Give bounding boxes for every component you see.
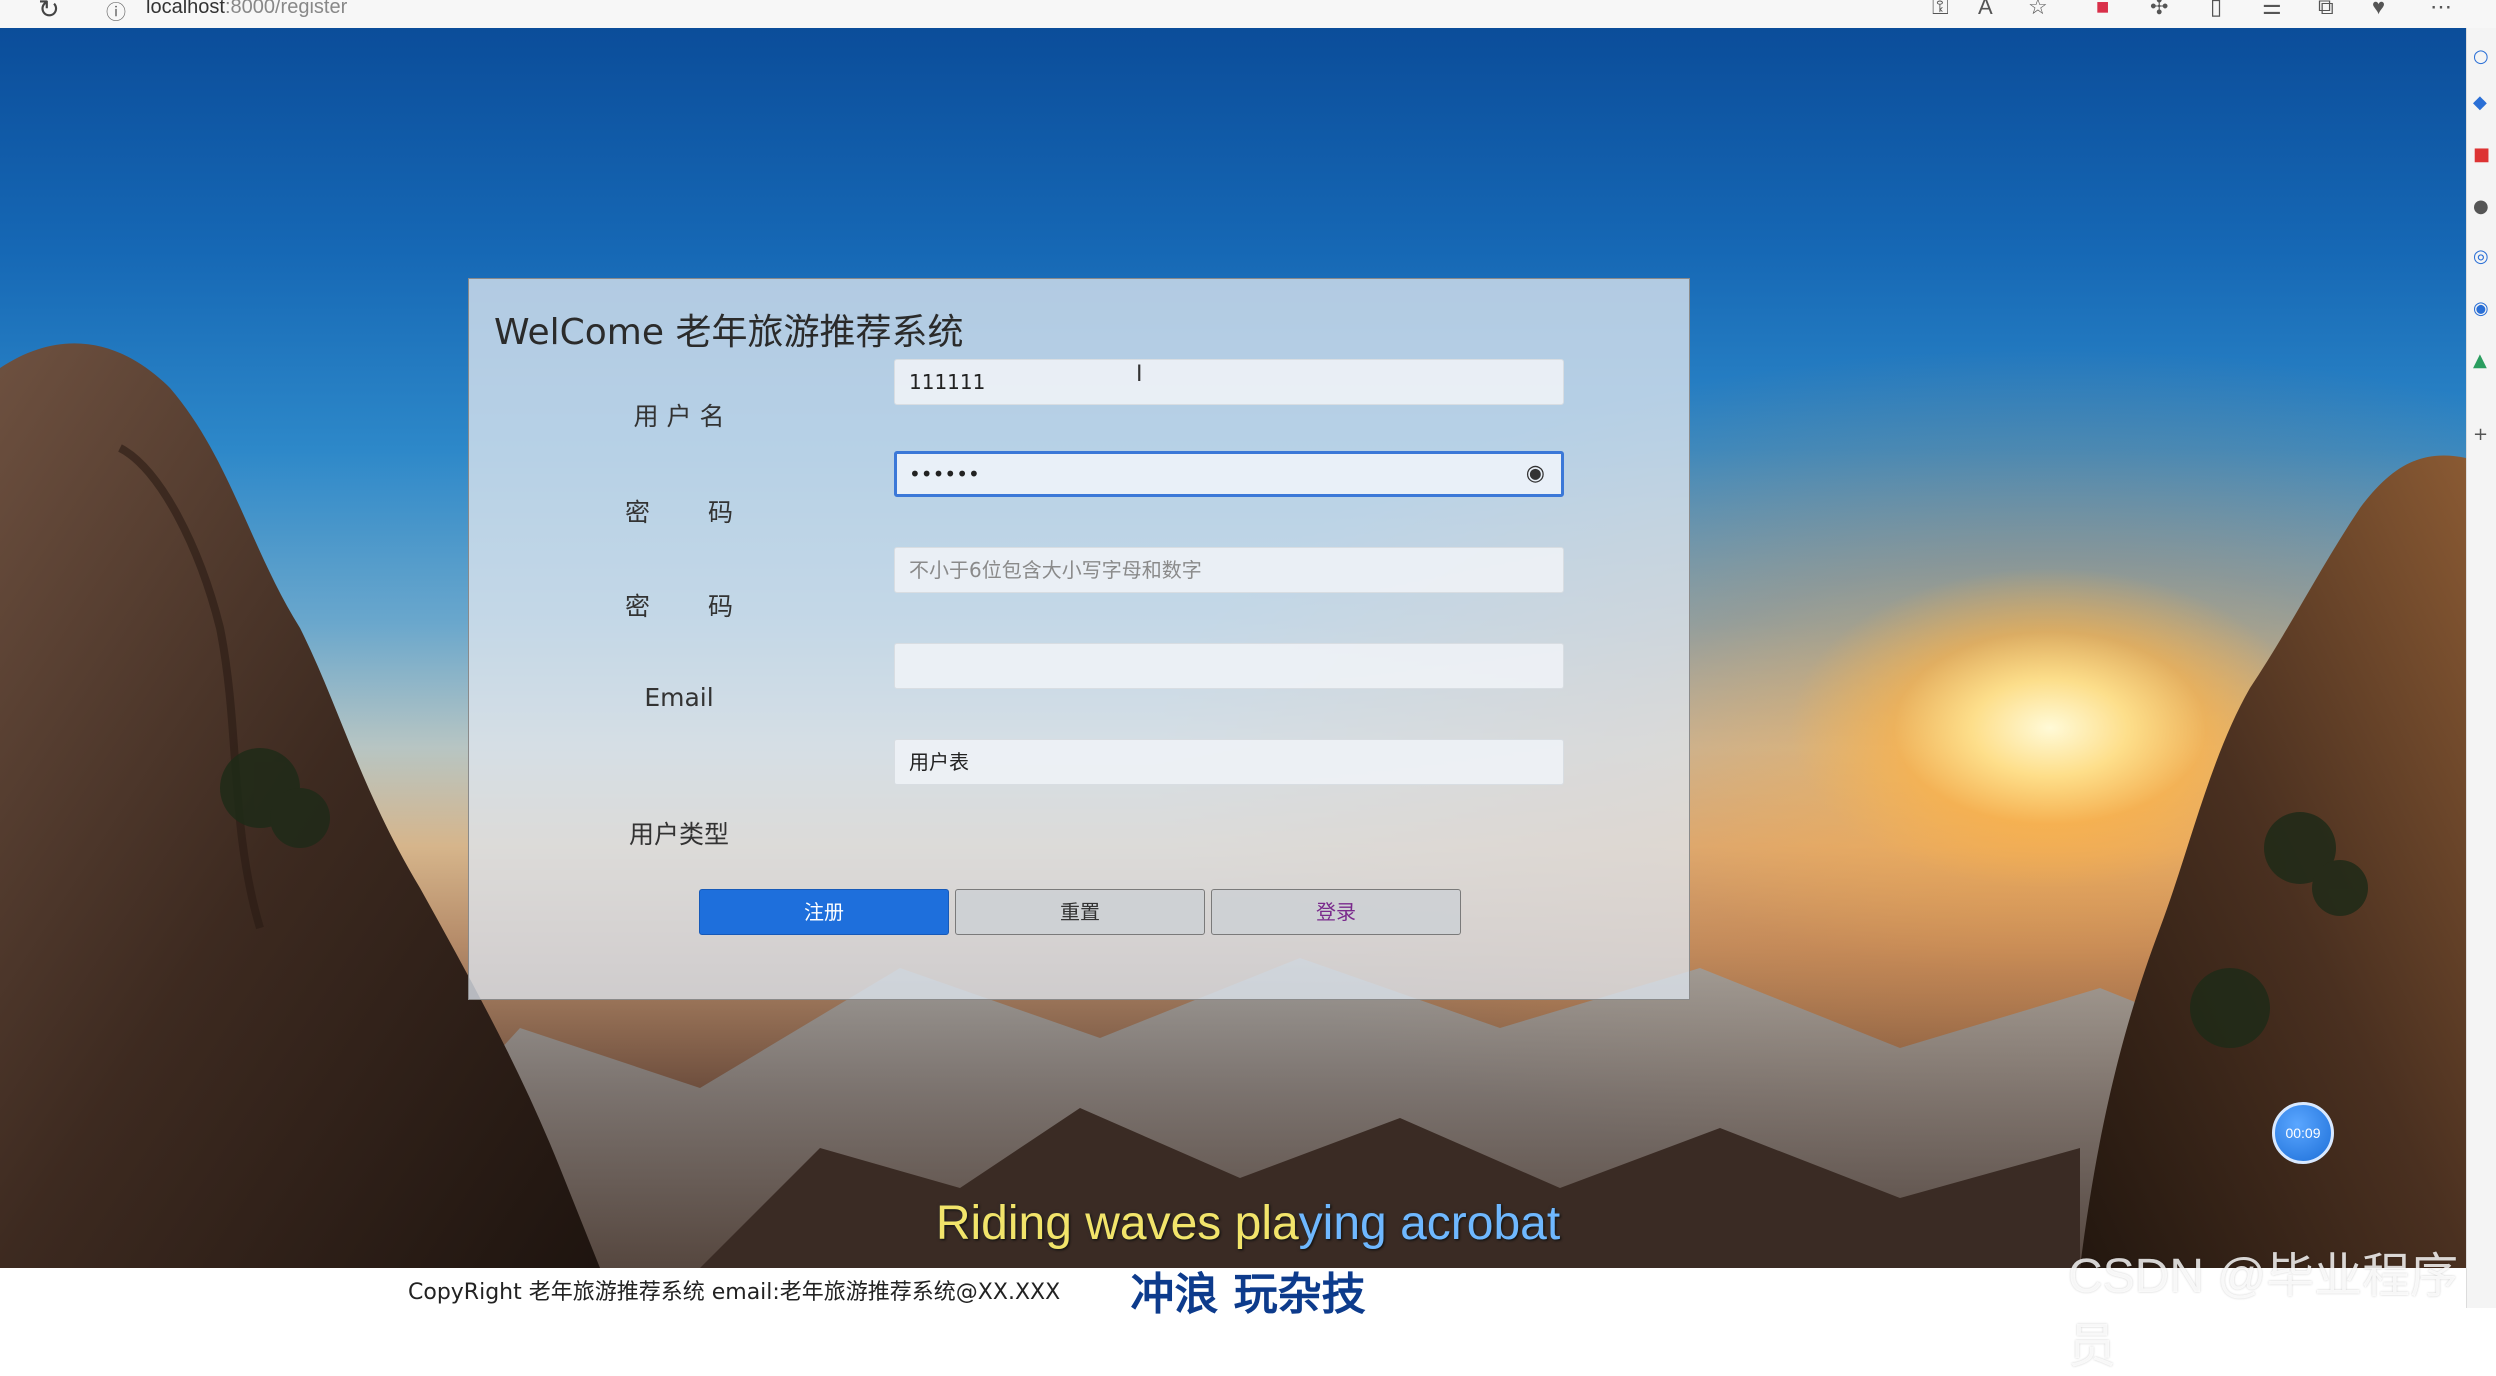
browser-sidebar: ○ ◆ ■ ● ◎ ◉ ▲ + [2466, 28, 2496, 1308]
password-value: •••••• [909, 462, 980, 486]
address-bar[interactable]: localhost:8000/register [146, 0, 347, 19]
games-icon[interactable]: ▲ [2473, 350, 2487, 371]
username-input[interactable]: 111111 [894, 359, 1564, 405]
confirm-password-input[interactable]: 不小于6位包含大小写字母和数字 [894, 547, 1564, 593]
outlook-icon[interactable]: ◉ [2473, 298, 2489, 319]
user-type-select[interactable]: 用户表 [894, 739, 1564, 785]
key-icon[interactable]: ⚿ [1932, 0, 1949, 20]
performance-icon[interactable]: ♥ [2372, 0, 2385, 20]
password-input[interactable]: •••••• ◉ [894, 451, 1564, 497]
text-cursor-icon: I [1136, 362, 1143, 387]
page-title: WelCome 老年旅游推荐系统 [494, 312, 964, 353]
copilot-icon[interactable]: ◎ [2473, 246, 2489, 267]
shopping-icon[interactable]: ■ [2473, 144, 2490, 165]
collections-icon[interactable]: ⧉ [2318, 0, 2334, 20]
reset-button[interactable]: 重置 [955, 889, 1205, 935]
url-host: localhost [146, 0, 225, 18]
confirm-password-placeholder: 不小于6位包含大小写字母和数字 [909, 558, 1202, 582]
favorite-star-icon[interactable]: ☆ [2028, 0, 2048, 20]
reload-icon[interactable]: ↻ [38, 0, 60, 25]
csdn-watermark: CSDN @毕业程序员 [2068, 1250, 2459, 1373]
add-icon[interactable]: + [2473, 424, 2488, 445]
username-label: 用 户 名 [633, 402, 725, 431]
login-button[interactable]: 登录 [1211, 889, 1461, 935]
search-icon[interactable]: ○ [2473, 46, 2489, 67]
subtitle-english-part1: Riding waves pla [935, 1197, 1299, 1250]
show-password-eye-icon[interactable]: ◉ [1526, 454, 1545, 494]
user-type-value: 用户表 [909, 750, 969, 774]
person-icon[interactable]: ● [2473, 196, 2489, 217]
read-aloud-icon[interactable]: A [1978, 0, 1993, 20]
confirm-password-label: 密 码 [625, 592, 733, 621]
bookmark-icon[interactable]: ◆ [2473, 92, 2487, 113]
email-label: Email [644, 683, 714, 712]
password-label: 密 码 [625, 498, 733, 527]
subtitle-english-part2: ying acrobat [1298, 1197, 1561, 1250]
user-type-label: 用户类型 [628, 820, 729, 849]
username-value: 111111 [909, 370, 986, 394]
register-panel: WelCome 老年旅游推荐系统 用 户 名 111111 密 码 ••••••… [468, 278, 1690, 1000]
more-icon[interactable]: ⋯ [2430, 0, 2452, 20]
extension-red-icon[interactable]: ■ [2096, 0, 2109, 20]
puzzle-icon[interactable]: ✣ [2150, 0, 2168, 20]
email-input[interactable] [894, 643, 1564, 689]
browser-toolbar: ↻ ⓘ localhost:8000/register ⚿ A ☆ ■ ✣ ▯ … [0, 0, 2496, 29]
favorites-icon[interactable]: ☰ [2262, 0, 2282, 20]
info-icon[interactable]: ⓘ [106, 0, 126, 25]
recording-timer[interactable]: 00:09 [2272, 1102, 2334, 1164]
split-screen-icon[interactable]: ▯ [2210, 0, 2222, 20]
url-path: :8000/register [224, 0, 348, 18]
register-button[interactable]: 注册 [699, 889, 949, 935]
